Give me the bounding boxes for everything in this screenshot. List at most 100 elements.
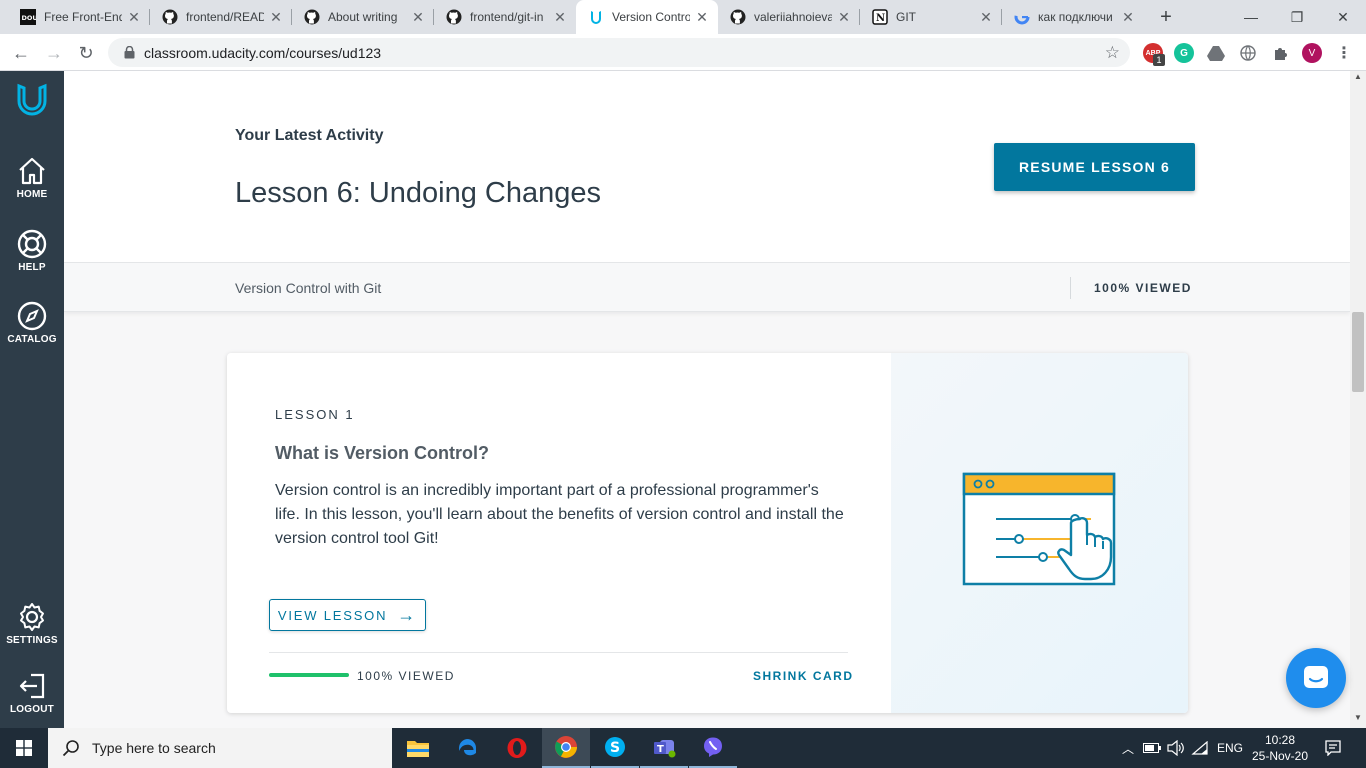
browser-tab[interactable]: DOU Free Front-End ✕ xyxy=(8,0,150,34)
sidebar-item-help[interactable]: HELP xyxy=(0,228,64,273)
battery-icon[interactable] xyxy=(1142,728,1162,768)
lesson-illustration-panel xyxy=(891,353,1188,713)
chat-icon xyxy=(1304,666,1328,688)
course-bar: Version Control with Git 100% VIEWED xyxy=(64,263,1350,312)
sidebar-item-catalog[interactable]: CATALOG xyxy=(0,300,64,345)
edge-icon[interactable] xyxy=(444,728,492,768)
close-icon[interactable]: ✕ xyxy=(410,9,426,26)
browser-sliders-illustration xyxy=(962,472,1116,586)
address-bar[interactable]: classroom.udacity.com/courses/ud123 ☆ xyxy=(108,38,1130,67)
resume-lesson-button[interactable]: RESUME LESSON 6 xyxy=(994,143,1195,191)
svg-text:N: N xyxy=(876,13,885,24)
viber-icon[interactable] xyxy=(689,728,737,768)
close-icon[interactable]: ✕ xyxy=(978,9,994,26)
file-explorer-icon[interactable] xyxy=(394,728,442,768)
github-icon xyxy=(162,9,178,25)
close-icon[interactable]: ✕ xyxy=(694,9,710,26)
start-button[interactable] xyxy=(0,728,48,768)
browser-tab-active[interactable]: Version Contro ✕ xyxy=(576,0,718,34)
view-lesson-button[interactable]: VIEW LESSON → xyxy=(269,599,426,631)
extension-badge: 1 xyxy=(1153,54,1165,66)
chevron-up-icon[interactable]: ︿ xyxy=(1119,728,1137,768)
browser-tab[interactable]: frontend/READ ✕ xyxy=(150,0,292,34)
browser-tab-strip: DOU Free Front-End ✕ frontend/READ ✕ Abo… xyxy=(0,0,1366,34)
browser-toolbar: ← → ↻ classroom.udacity.com/courses/ud12… xyxy=(0,34,1366,71)
new-tab-button[interactable]: + xyxy=(1155,6,1177,28)
browser-tab[interactable]: как подключи ✕ xyxy=(1002,0,1144,34)
lesson-viewed-status: 100% VIEWED xyxy=(357,669,455,683)
browser-tab[interactable]: valeriiahnoieva ✕ xyxy=(718,0,860,34)
page-scrollbar[interactable] xyxy=(1350,71,1366,728)
sidebar-item-settings[interactable]: SETTINGS xyxy=(0,601,64,646)
close-icon[interactable]: ✕ xyxy=(268,9,284,26)
browser-tab[interactable]: About writing ✕ xyxy=(292,0,434,34)
google-icon xyxy=(1014,9,1030,25)
drive-extension-icon[interactable] xyxy=(1206,43,1226,63)
sidebar-item-label: HELP xyxy=(18,262,46,273)
sidebar-item-label: HOME xyxy=(16,189,48,200)
close-icon[interactable]: ✕ xyxy=(1120,9,1136,26)
close-icon[interactable]: ✕ xyxy=(126,9,142,26)
svg-text:S: S xyxy=(610,740,620,756)
notification-icon[interactable] xyxy=(1320,728,1346,768)
svg-text:DOU: DOU xyxy=(22,14,37,22)
chrome-icon[interactable] xyxy=(542,728,590,768)
bookmark-star-icon[interactable]: ☆ xyxy=(1105,43,1120,63)
grammarly-extension-icon[interactable]: G xyxy=(1174,43,1194,63)
windows-icon xyxy=(16,740,32,756)
udacity-logo-icon[interactable] xyxy=(0,83,64,116)
restore-button[interactable]: ❐ xyxy=(1274,0,1320,34)
browser-tab[interactable]: frontend/git-in ✕ xyxy=(434,0,576,34)
taskbar-search[interactable]: Type here to search xyxy=(48,728,392,768)
latest-activity-header: Your Latest Activity Lesson 6: Undoing C… xyxy=(64,71,1350,263)
tab-title: valeriiahnoieva xyxy=(754,10,832,24)
wifi-icon[interactable] xyxy=(1190,728,1210,768)
scroll-up-arrow-icon[interactable]: ▲ xyxy=(1350,72,1366,86)
compass-icon xyxy=(0,300,64,332)
reload-button[interactable]: ↻ xyxy=(73,40,99,66)
skype-icon[interactable]: S xyxy=(591,728,639,768)
scroll-down-arrow-icon[interactable]: ▼ xyxy=(1350,713,1366,727)
divider xyxy=(1070,277,1071,299)
view-lesson-label: VIEW LESSON xyxy=(277,607,388,623)
scrollbar-thumb[interactable] xyxy=(1352,312,1364,392)
chat-widget-button[interactable] xyxy=(1286,648,1346,708)
language-indicator[interactable]: ENG xyxy=(1214,728,1246,768)
sidebar-item-label: SETTINGS xyxy=(6,635,58,646)
logout-icon xyxy=(0,670,64,702)
browser-menu-icon[interactable]: ⋮ xyxy=(1334,43,1354,63)
sidebar-item-logout[interactable]: LOGOUT xyxy=(0,670,64,715)
minimize-button[interactable]: — xyxy=(1228,0,1274,34)
lesson-number: LESSON 1 xyxy=(275,407,355,422)
tab-title: Free Front-End xyxy=(44,10,122,24)
opera-icon[interactable] xyxy=(493,728,541,768)
browser-tab[interactable]: N GIT ✕ xyxy=(860,0,1002,34)
windows-taskbar: Type here to search S T ︿ ENG 10:28 25-N… xyxy=(0,728,1366,768)
globe-extension-icon[interactable] xyxy=(1238,43,1258,63)
github-icon xyxy=(446,9,462,25)
volume-icon[interactable] xyxy=(1166,728,1186,768)
search-icon xyxy=(62,740,79,757)
puzzle-extensions-icon[interactable] xyxy=(1270,43,1290,63)
home-icon xyxy=(0,155,64,187)
tab-title: frontend/READ xyxy=(186,10,264,24)
lesson-progress-fill xyxy=(269,673,349,677)
tab-title: Version Contro xyxy=(612,10,690,24)
profile-avatar[interactable]: V xyxy=(1302,43,1322,63)
github-icon xyxy=(304,9,320,25)
system-clock[interactable]: 10:28 25-Nov-20 xyxy=(1248,732,1312,764)
tab-title: About writing xyxy=(328,10,398,24)
arrow-right-icon: → xyxy=(397,605,418,625)
lock-icon[interactable] xyxy=(122,46,136,60)
lifebuoy-icon xyxy=(0,228,64,260)
forward-button[interactable]: → xyxy=(41,40,67,66)
sidebar-item-home[interactable]: HOME xyxy=(0,155,64,200)
url-text: classroom.udacity.com/courses/ud123 xyxy=(144,44,382,61)
back-button[interactable]: ← xyxy=(8,40,34,66)
shrink-card-button[interactable]: SHRINK CARD xyxy=(753,669,854,683)
close-icon[interactable]: ✕ xyxy=(552,9,568,26)
svg-text:T: T xyxy=(657,744,664,755)
close-icon[interactable]: ✕ xyxy=(836,9,852,26)
teams-icon[interactable]: T xyxy=(640,728,688,768)
close-window-button[interactable]: ✕ xyxy=(1320,0,1366,34)
